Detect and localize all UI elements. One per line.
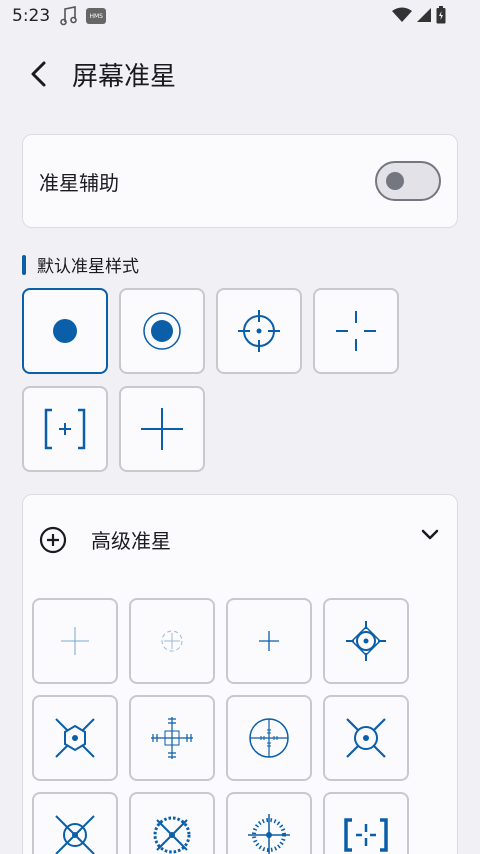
bracket-plus-crosshair-icon	[44, 408, 86, 450]
crosshair-style-bracket-plus[interactable]	[22, 386, 108, 472]
advanced-style-tick-cross[interactable]	[129, 695, 215, 781]
section-accent-bar	[22, 254, 26, 275]
advanced-style-faint-ring[interactable]	[129, 598, 215, 684]
circle-x-crosshair-icon	[346, 718, 386, 758]
x-ring-crosshair-icon	[55, 815, 95, 854]
target-crosshair-icon	[238, 310, 280, 352]
advanced-style-x-ring[interactable]	[32, 792, 118, 854]
crosshair-style-ring-dot[interactable]	[119, 288, 205, 374]
advanced-style-sunburst[interactable]	[226, 792, 312, 854]
advanced-crosshair-title: 高级准星	[91, 529, 171, 553]
status-time: 5:23	[12, 6, 51, 26]
advanced-style-bracket-dashes[interactable]	[323, 792, 409, 854]
crosshair-style-dot[interactable]	[22, 288, 108, 374]
wifi-icon	[392, 7, 412, 22]
advanced-style-thin-plus[interactable]	[32, 598, 118, 684]
battery-icon	[436, 6, 446, 24]
music-note-icon	[60, 6, 77, 26]
ring-dot-crosshair-icon	[143, 312, 181, 350]
crosshair-style-plus[interactable]	[119, 386, 205, 472]
page-title: 屏幕准星	[72, 61, 177, 92]
advanced-crosshair-header[interactable]: 高级准星	[39, 525, 171, 554]
hms-badge-icon: HMS	[86, 8, 107, 24]
advanced-style-gear[interactable]	[129, 792, 215, 854]
back-button[interactable]	[18, 54, 58, 94]
advanced-style-small-plus[interactable]	[226, 598, 312, 684]
thin-plus-crosshair-icon	[61, 627, 89, 655]
status-bar: 5:23 HMS	[0, 0, 480, 32]
signal-icon	[417, 8, 431, 22]
tick-cross-crosshair-icon	[151, 717, 193, 759]
broken-cross-crosshair-icon	[336, 311, 376, 351]
crosshair-assist-label: 准星辅助	[39, 170, 119, 195]
plus-crosshair-icon	[141, 408, 183, 450]
switch-thumb	[386, 172, 404, 190]
app-bar: 屏幕准星	[0, 44, 480, 104]
diamond-target-crosshair-icon	[346, 621, 386, 661]
crosshair-style-target[interactable]	[216, 288, 302, 374]
scope-crosshair-icon	[249, 718, 289, 758]
default-styles-title: 默认准星样式	[37, 257, 139, 277]
advanced-style-diamond-target[interactable]	[323, 598, 409, 684]
advanced-style-scope[interactable]	[226, 695, 312, 781]
advanced-style-circle-x[interactable]	[323, 695, 409, 781]
hex-x-crosshair-icon	[55, 718, 95, 758]
crosshair-assist-card: 准星辅助	[22, 134, 458, 228]
crosshair-style-broken-cross[interactable]	[313, 288, 399, 374]
add-circle-icon	[39, 526, 67, 553]
advanced-style-hex-x[interactable]	[32, 695, 118, 781]
crosshair-assist-switch[interactable]	[375, 161, 441, 201]
back-arrow-icon	[31, 61, 46, 87]
default-styles-header: 默认准星样式	[22, 252, 139, 277]
faint-ring-crosshair-icon	[161, 630, 183, 652]
small-plus-crosshair-icon	[259, 631, 279, 651]
dot-crosshair-icon	[53, 319, 77, 343]
gear-crosshair-icon	[153, 816, 191, 854]
bracket-dashes-crosshair-icon	[344, 818, 388, 852]
chevron-down-icon[interactable]	[421, 529, 439, 541]
sunburst-crosshair-icon	[248, 814, 290, 854]
